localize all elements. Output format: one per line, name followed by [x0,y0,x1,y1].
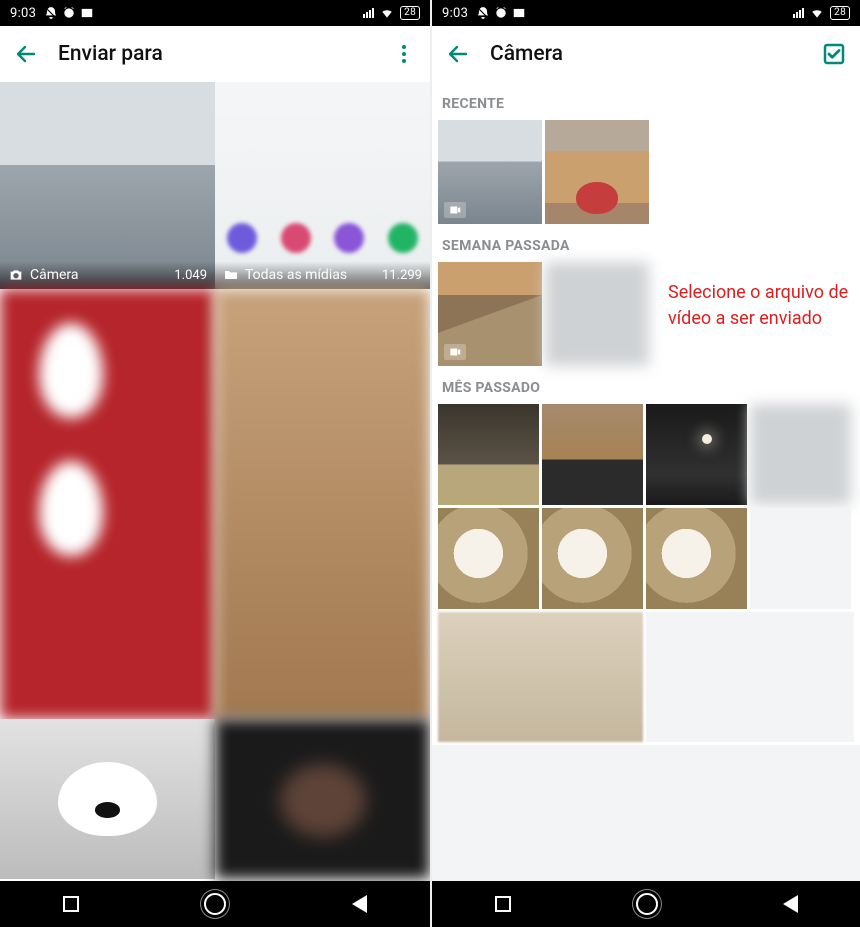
status-time: 9:03 [10,6,36,21]
section-label-last-month: MÊS PASSADO [432,366,860,404]
nav-home-button[interactable] [204,893,226,915]
back-button[interactable] [12,40,40,68]
media-thumb[interactable] [542,404,643,505]
status-tray-icons [476,6,526,20]
alarm-icon [494,6,508,20]
media-thumb[interactable] [545,120,649,224]
status-time: 9:03 [442,6,468,21]
video-icon [444,202,466,218]
section-label-last-week: SEMANA PASSADA [432,224,860,262]
wifi-icon [810,6,824,20]
media-thumb[interactable] [438,612,643,742]
media-thumb[interactable] [646,404,747,505]
battery-indicator: 28 [400,6,420,20]
album-tile-camera[interactable]: Câmera 1.049 [0,82,215,289]
album-picker[interactable]: Câmera 1.049 Todas as mídias 11.299 [0,82,430,881]
android-nav-bar [432,881,860,927]
multi-select-button[interactable] [820,40,848,68]
cast-icon [80,6,94,20]
media-thumb[interactable] [215,289,430,719]
camera-gallery[interactable]: RECENTE SEMANA PASSADA MÊS PASSADO [432,82,860,881]
signal-icon [793,8,804,18]
status-bar: 9:03 28 [432,0,860,26]
album-count: 1.049 [174,268,207,283]
video-icon [444,344,466,360]
tutorial-annotation: Selecione o arquivo de vídeo a ser envia… [668,280,858,332]
android-nav-bar [0,881,430,927]
album-label: Todas as mídias [245,267,347,283]
album-label: Câmera [30,267,79,283]
media-thumb[interactable] [438,404,539,505]
folder-icon [223,267,239,283]
status-tray-icons [44,6,94,20]
status-bar: 9:03 28 [0,0,430,26]
arrow-left-icon [14,42,38,66]
select-check-icon [822,42,846,66]
back-button[interactable] [444,40,472,68]
media-thumb[interactable] [542,508,643,609]
dnd-icon [476,6,490,20]
arrow-left-icon [446,42,470,66]
nav-recents-button[interactable] [495,896,511,912]
battery-indicator: 28 [830,6,850,20]
phone-right: 9:03 28 Câmera RECENTE [430,0,860,927]
album-tile-all-media[interactable]: Todas as mídias 11.299 [215,82,430,289]
more-vert-icon [402,45,406,63]
section-label-recent: RECENTE [432,82,860,120]
cast-icon [512,6,526,20]
media-thumb[interactable] [215,719,430,879]
media-thumb-video[interactable] [438,262,542,366]
blurred-app-icons [215,223,430,253]
media-thumb[interactable] [646,508,747,609]
media-thumb-row[interactable] [432,745,860,881]
nav-back-button[interactable] [352,895,367,913]
album-count: 11.299 [382,268,422,283]
media-thumb[interactable] [0,719,215,879]
media-thumb-video[interactable] [438,120,542,224]
media-thumb[interactable] [750,508,851,609]
nav-recents-button[interactable] [63,896,79,912]
dnd-icon [44,6,58,20]
media-thumb[interactable] [545,262,649,366]
camera-icon [8,267,24,283]
phone-left: 9:03 28 Enviar para Câmer [0,0,430,927]
app-bar: Câmera [432,26,860,82]
more-menu-button[interactable] [390,40,418,68]
page-title: Câmera [490,42,563,66]
media-thumb[interactable] [646,612,854,742]
page-title: Enviar para [58,42,163,66]
media-thumb[interactable] [0,289,215,719]
signal-icon [363,8,374,18]
app-bar: Enviar para [0,26,430,82]
nav-back-button[interactable] [783,895,798,913]
alarm-icon [62,6,76,20]
wifi-icon [380,6,394,20]
nav-home-button[interactable] [636,893,658,915]
media-thumb[interactable] [438,508,539,609]
media-thumb[interactable] [750,404,851,505]
